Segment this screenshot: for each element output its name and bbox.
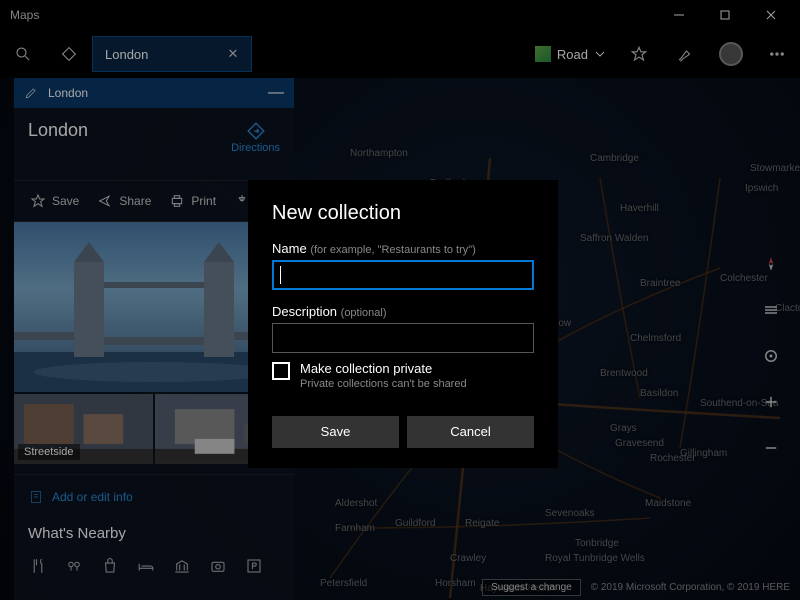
name-field-label: Name (for example, "Restaurants to try") (272, 241, 534, 256)
description-input[interactable] (272, 323, 534, 353)
dialog-save-button[interactable]: Save (272, 416, 399, 448)
name-input[interactable] (272, 260, 534, 290)
description-field-label: Description (optional) (272, 304, 534, 319)
text-caret (280, 266, 281, 284)
private-checkbox-label: Make collection private (300, 361, 467, 378)
dialog-title: New collection (272, 202, 534, 225)
private-checkbox[interactable] (272, 362, 290, 380)
new-collection-dialog: New collection Name (for example, "Resta… (248, 180, 558, 468)
dialog-cancel-button[interactable]: Cancel (407, 416, 534, 448)
private-checkbox-sublabel: Private collections can't be shared (300, 378, 467, 390)
